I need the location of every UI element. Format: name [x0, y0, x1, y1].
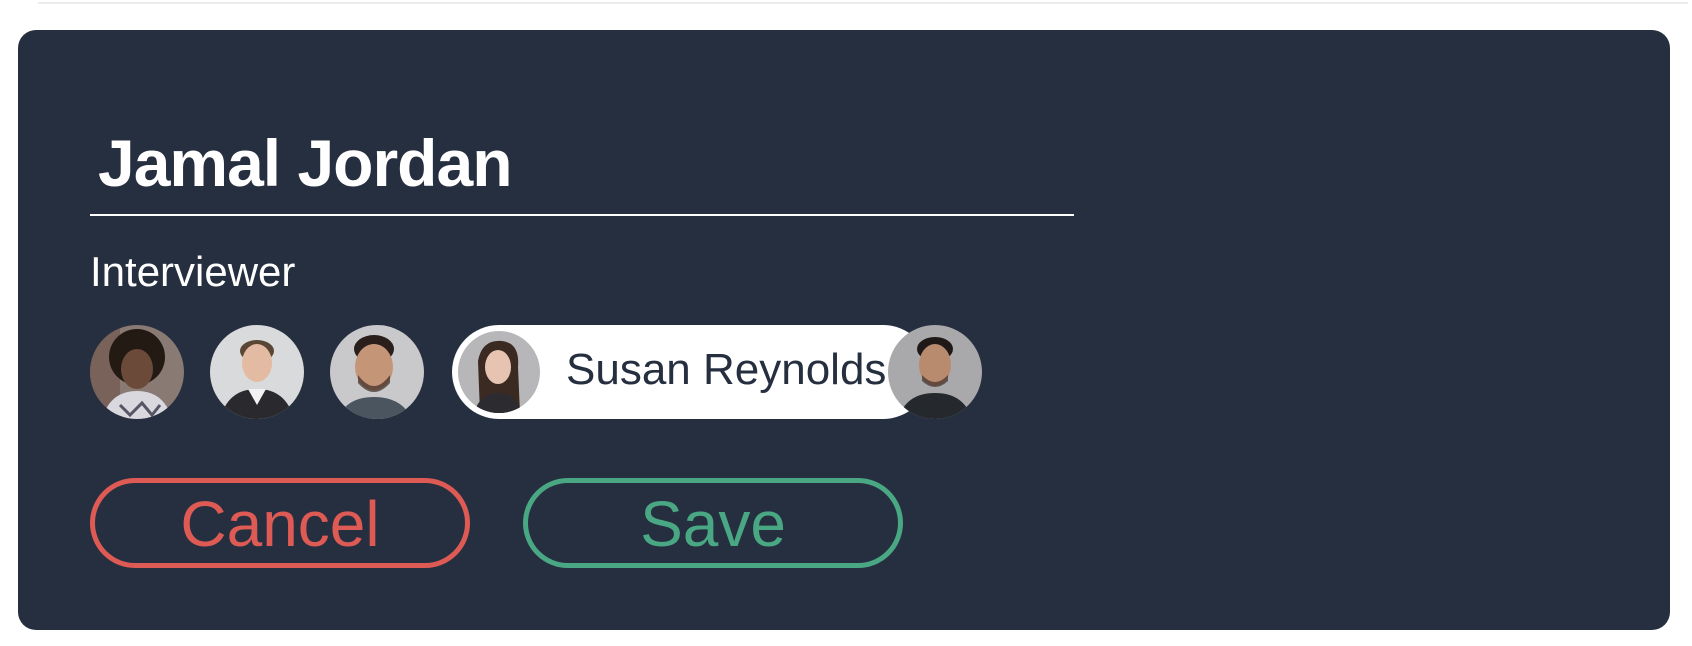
avatar-man-beard-icon: [330, 325, 424, 419]
interview-card: Interviewer: [18, 30, 1670, 630]
cancel-button[interactable]: Cancel: [90, 478, 470, 568]
avatar-woman-curly-hair-icon: [90, 325, 184, 419]
selected-interviewer-name: Susan Reynolds: [566, 345, 887, 394]
candidate-name-field: [90, 92, 1074, 216]
candidate-name-input[interactable]: [98, 120, 1058, 206]
interviewer-avatar-3[interactable]: [330, 325, 424, 419]
interviewer-avatar-5[interactable]: [888, 325, 982, 419]
interviewer-label: Interviewer: [90, 248, 296, 295]
interviewer-picker: Susan Reynolds: [90, 322, 1090, 420]
top-divider: [38, 2, 1688, 4]
save-button[interactable]: Save: [523, 478, 903, 568]
avatar-man-dark-hair-icon: [888, 325, 982, 419]
interviewer-avatar-1[interactable]: [90, 325, 184, 419]
interviewer-avatar-2[interactable]: [210, 325, 304, 419]
selected-interviewer-chip[interactable]: Susan Reynolds: [452, 325, 930, 419]
avatar-woman-long-hair-icon: [458, 331, 540, 413]
avatar-man-short-hair-icon: [210, 325, 304, 419]
selected-interviewer-avatar: [458, 331, 540, 413]
